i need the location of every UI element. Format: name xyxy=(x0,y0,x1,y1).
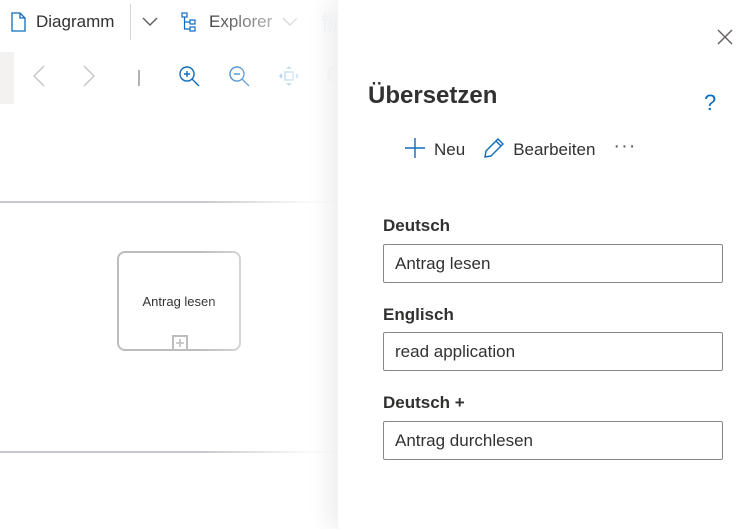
field-label-german: Deutsch xyxy=(383,216,451,235)
new-button[interactable]: Neu xyxy=(404,137,465,164)
command-bar: Neu Bearbeiten ··· xyxy=(404,135,636,164)
zoom-out-icon xyxy=(228,65,250,92)
toolbar-divider xyxy=(130,4,131,40)
lane-border-top xyxy=(0,201,340,203)
sliders-icon xyxy=(322,11,338,33)
close-icon xyxy=(717,29,733,50)
explorer-menu[interactable]: Explorer xyxy=(181,8,298,36)
chevron-left-icon xyxy=(32,64,45,92)
tree-icon xyxy=(181,12,197,32)
task-shape[interactable]: Antrag lesen xyxy=(117,251,241,351)
pencil-icon xyxy=(483,137,513,164)
panel-title: Übersetzen xyxy=(368,82,498,109)
zoom-in-icon xyxy=(178,65,200,92)
zoom-out-button[interactable] xyxy=(226,64,252,92)
field-label-german-plus: Deutsch + xyxy=(383,393,465,412)
toolbar-separator xyxy=(126,64,152,92)
diagram-menu[interactable]: Diagramm xyxy=(10,8,114,36)
edit-button-label: Bearbeiten xyxy=(513,140,596,159)
lane-border-bottom xyxy=(0,451,340,453)
left-rail xyxy=(0,52,14,104)
german-field[interactable] xyxy=(383,244,723,283)
edit-button[interactable]: Bearbeiten xyxy=(483,137,595,164)
diagram-menu-label: Diagramm xyxy=(36,12,115,31)
forward-button[interactable] xyxy=(76,64,102,92)
chevron-right-icon xyxy=(83,64,96,92)
chevron-down-icon xyxy=(142,17,158,27)
german-plus-field[interactable] xyxy=(383,421,723,460)
top-toolbar: Diagramm Explorer xyxy=(0,0,340,44)
move-icon xyxy=(278,65,300,92)
chevron-down-icon xyxy=(282,17,298,27)
translate-panel: Übersetzen ? Neu Bearbeiten ··· Deutsch … xyxy=(338,0,747,529)
english-field[interactable] xyxy=(383,332,723,371)
fit-view-button[interactable] xyxy=(276,64,302,92)
document-icon xyxy=(10,12,26,32)
more-options-button[interactable]: ··· xyxy=(613,135,636,158)
subprocess-marker-icon xyxy=(172,335,188,351)
explorer-menu-label: Explorer xyxy=(209,12,273,31)
close-button[interactable] xyxy=(714,28,736,50)
task-label: Antrag lesen xyxy=(142,293,216,309)
plus-icon xyxy=(404,137,434,164)
settings-button[interactable] xyxy=(322,8,338,36)
new-button-label: Neu xyxy=(434,140,466,159)
back-button[interactable] xyxy=(26,64,52,92)
help-button[interactable]: ? xyxy=(704,90,716,116)
field-label-english: Englisch xyxy=(383,305,454,324)
diagram-dropdown-button[interactable] xyxy=(142,8,158,36)
zoom-in-button[interactable] xyxy=(176,64,202,92)
